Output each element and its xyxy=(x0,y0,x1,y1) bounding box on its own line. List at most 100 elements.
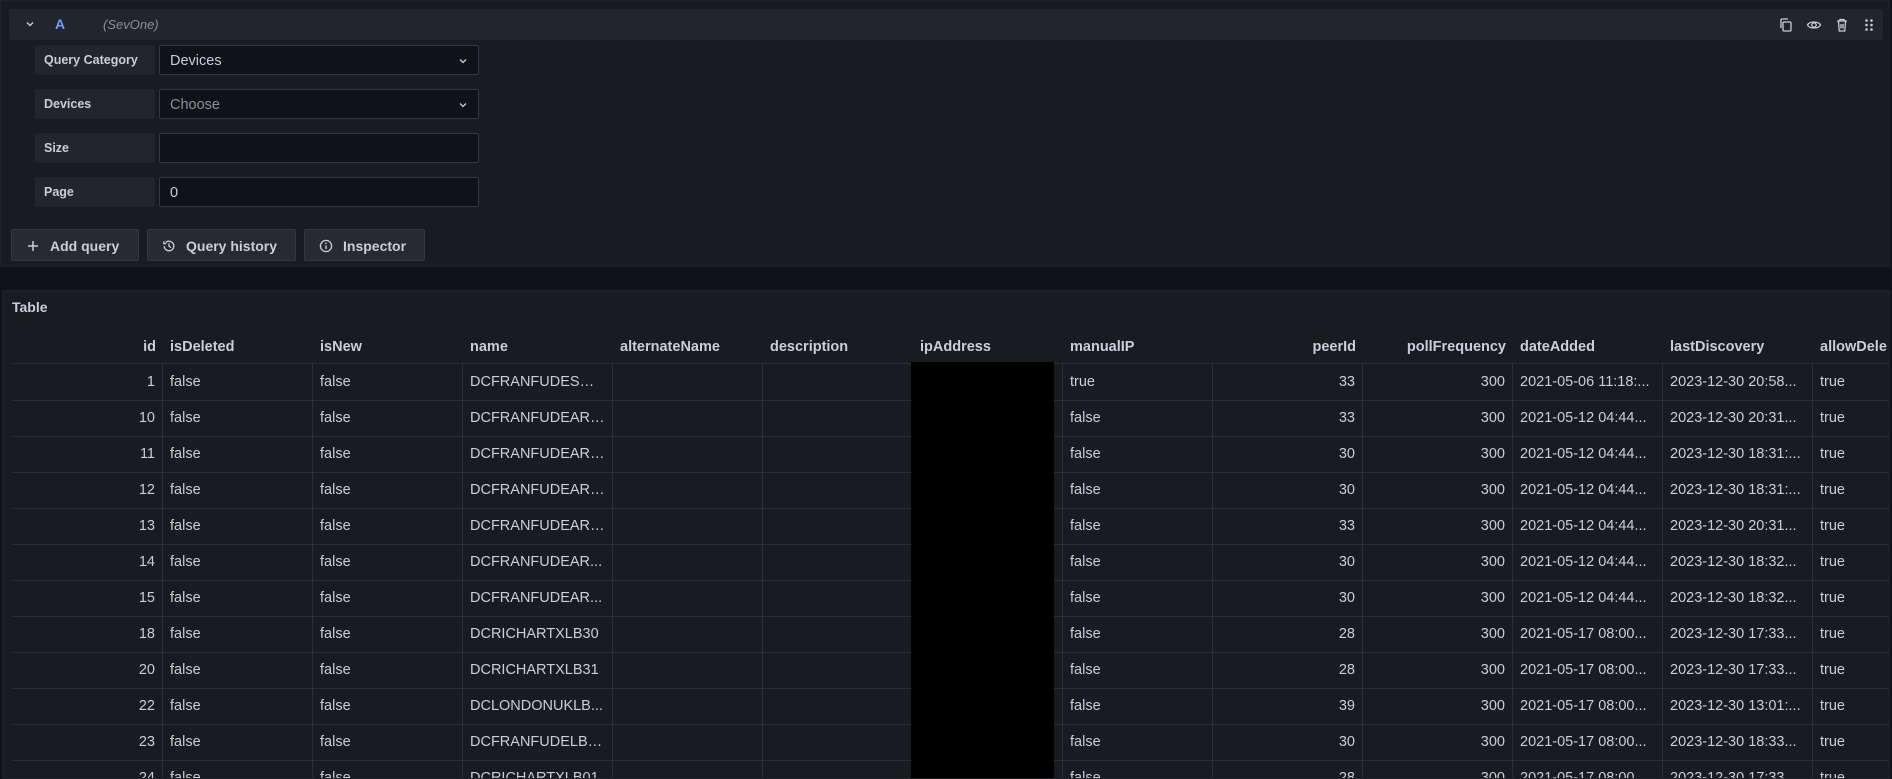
cell-alternateName xyxy=(613,724,763,760)
cell-allowDele: true xyxy=(1820,374,1845,390)
cell-isDeleted: false xyxy=(163,472,313,508)
trash-icon[interactable] xyxy=(1834,17,1850,33)
cell-lastDiscovery: 2023-12-30 18:31:... xyxy=(1663,472,1813,508)
cell-allowDele: true xyxy=(1820,590,1845,606)
cell-isNew: false xyxy=(313,580,463,616)
column-header-id[interactable]: id xyxy=(13,331,163,363)
cell-allowDele: true xyxy=(1820,410,1845,426)
cell-lastDiscovery: 2023-12-30 17:33... xyxy=(1663,616,1813,652)
cell-peerId: 28 xyxy=(1213,760,1363,778)
column-header-ipAddress[interactable]: ipAddress xyxy=(913,331,1063,363)
cell-peerId: 28 xyxy=(1213,652,1363,688)
cell-isNew: false xyxy=(313,688,463,724)
cell-isDeleted: false xyxy=(163,364,313,400)
query-history-button[interactable]: Query history xyxy=(147,229,296,261)
inspector-label: Inspector xyxy=(343,238,407,254)
cell-lastDiscovery: 2023-12-30 13:01:... xyxy=(1663,688,1813,724)
eye-icon[interactable] xyxy=(1806,17,1822,33)
cell-allowDele: true xyxy=(1820,662,1845,678)
column-header-description[interactable]: description xyxy=(763,331,913,363)
cell-dateAdded: 2021-05-12 04:44... xyxy=(1513,580,1663,616)
chevron-down-icon[interactable] xyxy=(23,17,37,31)
cell-description xyxy=(763,508,913,544)
column-header-lastDiscovery[interactable]: lastDiscovery xyxy=(1663,331,1813,363)
size-input[interactable] xyxy=(159,133,479,163)
cell-isNew: false xyxy=(313,508,463,544)
column-header-peerId[interactable]: peerId xyxy=(1213,331,1363,363)
cell-id: 1 xyxy=(13,364,163,400)
query-ref-letter[interactable]: A xyxy=(55,16,65,32)
cell-id: 23 xyxy=(13,724,163,760)
cell-name: DCFRANFUDESW01 xyxy=(463,364,613,400)
cell-isNew: false xyxy=(313,472,463,508)
cell-id: 10 xyxy=(13,400,163,436)
cell-peerId: 28 xyxy=(1213,616,1363,652)
cell-peerId: 39 xyxy=(1213,688,1363,724)
chevron-down-icon xyxy=(459,103,467,108)
cell-isNew: false xyxy=(313,400,463,436)
column-header-isDeleted[interactable]: isDeleted xyxy=(163,331,313,363)
cell-dateAdded: 2021-05-17 08:00... xyxy=(1513,724,1663,760)
cell-isDeleted: false xyxy=(163,436,313,472)
cell-isDeleted: false xyxy=(163,724,313,760)
cell-pollFrequency: 300 xyxy=(1363,688,1513,724)
cell-id: 13 xyxy=(13,508,163,544)
cell-description xyxy=(763,544,913,580)
cell-dateAdded: 2021-05-12 04:44... xyxy=(1513,472,1663,508)
cell-allowDele: true xyxy=(1820,482,1845,498)
add-query-button[interactable]: Add query xyxy=(11,229,139,261)
cell-alternateName xyxy=(613,652,763,688)
cell-peerId: 30 xyxy=(1213,580,1363,616)
cell-allowDele: true xyxy=(1820,734,1845,750)
cell-peerId: 33 xyxy=(1213,508,1363,544)
cell-isNew: false xyxy=(313,724,463,760)
query-category-select[interactable]: Devices xyxy=(159,45,479,75)
cell-peerId: 33 xyxy=(1213,400,1363,436)
drag-handle-icon[interactable] xyxy=(1861,17,1877,33)
column-header-alternateName[interactable]: alternateName xyxy=(613,331,763,363)
column-header-manualIP[interactable]: manualIP xyxy=(1063,331,1213,363)
devices-select[interactable]: Choose xyxy=(159,89,479,119)
column-header-isNew[interactable]: isNew xyxy=(313,331,463,363)
cell-isDeleted: false xyxy=(163,688,313,724)
cell-allowDele: true xyxy=(1820,770,1845,779)
cell-lastDiscovery: 2023-12-30 20:58... xyxy=(1663,364,1813,400)
column-header-allowDele[interactable]: allowDele xyxy=(1813,331,1889,363)
cell-name: DCFRANFUDEARC... xyxy=(463,508,613,544)
cell-lastDiscovery: 2023-12-30 17:33... xyxy=(1663,652,1813,688)
cell-dateAdded: 2021-05-06 11:18:... xyxy=(1513,364,1663,400)
page-input[interactable]: 0 xyxy=(159,177,479,207)
cell-name: DCRICHARTXLB30 xyxy=(463,616,613,652)
column-header-pollFrequency[interactable]: pollFrequency xyxy=(1363,331,1513,363)
cell-alternateName xyxy=(613,400,763,436)
cell-pollFrequency: 300 xyxy=(1363,760,1513,778)
cell-dateAdded: 2021-05-17 08:00... xyxy=(1513,760,1663,778)
cell-alternateName xyxy=(613,580,763,616)
cell-isDeleted: false xyxy=(163,580,313,616)
page-label: Page xyxy=(35,177,155,207)
cell-pollFrequency: 300 xyxy=(1363,724,1513,760)
cell-lastDiscovery: 2023-12-30 20:31... xyxy=(1663,508,1813,544)
cell-isNew: false xyxy=(313,616,463,652)
history-icon xyxy=(163,240,175,252)
cell-alternateName xyxy=(613,472,763,508)
cell-alternateName xyxy=(613,436,763,472)
query-row-header[interactable]: A (SevOne) xyxy=(9,9,1883,40)
cell-allowDele: true xyxy=(1820,518,1845,534)
cell-isDeleted: false xyxy=(163,652,313,688)
cell-dateAdded: 2021-05-12 04:44... xyxy=(1513,436,1663,472)
inspector-button[interactable]: Inspector xyxy=(304,229,425,261)
column-header-name[interactable]: name xyxy=(463,331,613,363)
cell-manualIP: false xyxy=(1063,508,1213,544)
cell-isDeleted: false xyxy=(163,760,313,778)
cell-isNew: false xyxy=(313,436,463,472)
column-header-dateAdded[interactable]: dateAdded xyxy=(1513,331,1663,363)
cell-alternateName xyxy=(613,760,763,778)
cell-manualIP: false xyxy=(1063,616,1213,652)
cell-dateAdded: 2021-05-17 08:00... xyxy=(1513,688,1663,724)
cell-isNew: false xyxy=(313,544,463,580)
cell-isDeleted: false xyxy=(163,400,313,436)
cell-description xyxy=(763,760,913,778)
cell-pollFrequency: 300 xyxy=(1363,544,1513,580)
copy-icon[interactable] xyxy=(1778,17,1794,33)
